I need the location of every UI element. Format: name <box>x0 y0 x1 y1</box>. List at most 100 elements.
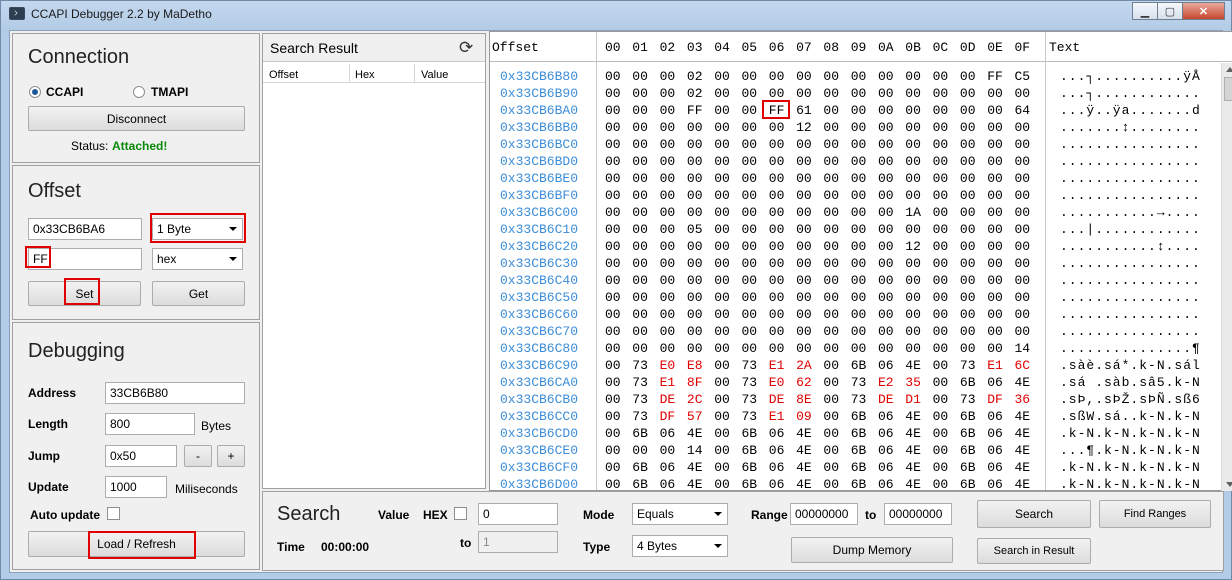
hex-scrollbar[interactable] <box>1221 63 1232 491</box>
hex-byte[interactable]: DE <box>878 392 894 407</box>
hex-byte[interactable]: 00 <box>933 120 949 135</box>
hex-byte[interactable]: 06 <box>660 460 676 475</box>
hex-byte[interactable]: 00 <box>769 256 785 271</box>
hex-byte[interactable]: 00 <box>605 341 621 356</box>
hex-byte[interactable]: 00 <box>660 86 676 101</box>
hex-byte[interactable]: 00 <box>769 188 785 203</box>
hex-byte[interactable]: 00 <box>851 86 867 101</box>
hex-byte[interactable]: 00 <box>714 324 730 339</box>
hex-byte[interactable]: 00 <box>687 324 703 339</box>
hex-byte[interactable]: 00 <box>933 69 949 84</box>
hex-byte[interactable]: 00 <box>933 171 949 186</box>
hex-byte[interactable]: 00 <box>714 375 730 390</box>
hex-byte[interactable]: 00 <box>687 171 703 186</box>
hex-byte[interactable]: 6B <box>742 477 758 492</box>
hex-byte[interactable]: 00 <box>742 273 758 288</box>
hex-byte[interactable]: 00 <box>605 375 621 390</box>
hex-byte[interactable]: 00 <box>796 154 812 169</box>
hex-byte[interactable]: 00 <box>878 69 894 84</box>
hex-byte[interactable]: 00 <box>796 273 812 288</box>
result-col-offset[interactable]: Offset <box>269 69 298 81</box>
hex-byte[interactable]: 00 <box>605 460 621 475</box>
hex-byte[interactable]: 00 <box>605 103 621 118</box>
hex-byte[interactable]: 00 <box>823 443 839 458</box>
hex-byte[interactable]: 00 <box>714 409 730 424</box>
disconnect-button[interactable]: Disconnect <box>28 106 245 131</box>
hex-byte[interactable]: 00 <box>933 341 949 356</box>
hex-byte[interactable]: 73 <box>851 392 867 407</box>
hex-byte[interactable]: 00 <box>714 137 730 152</box>
hex-byte[interactable]: 00 <box>714 205 730 220</box>
search-to-input[interactable]: 1 <box>478 531 558 553</box>
hex-byte[interactable]: 00 <box>823 477 839 492</box>
hex-byte[interactable]: 06 <box>660 426 676 441</box>
hex-byte[interactable]: 00 <box>632 341 648 356</box>
hex-byte[interactable]: 00 <box>851 239 867 254</box>
hex-byte[interactable]: 36 <box>1015 392 1031 407</box>
hex-byte[interactable]: 00 <box>851 273 867 288</box>
hex-byte[interactable]: 00 <box>605 392 621 407</box>
hex-byte[interactable]: 00 <box>660 290 676 305</box>
hex-row[interactable]: 0x33CB6C90 00 73 E0 E8 00 73 E1 2A 00 6B 06 4E 00 73 E1… <box>490 358 1232 375</box>
hex-byte[interactable]: 00 <box>714 341 730 356</box>
hex-row[interactable]: 0x33CB6BB0 00 00 00 00 00 00 00 12 00 00 00 00 00 00 00… <box>490 120 1232 137</box>
hex-byte[interactable]: 00 <box>987 103 1003 118</box>
hex-row[interactable]: 0x33CB6C20 00 00 00 00 00 00 00 00 00 00 00 12 00 00 00… <box>490 239 1232 256</box>
hex-byte[interactable]: 00 <box>823 222 839 237</box>
hex-byte[interactable]: 06 <box>987 443 1003 458</box>
hex-byte[interactable]: 00 <box>960 171 976 186</box>
hex-byte[interactable]: 61 <box>796 103 812 118</box>
hex-byte[interactable]: 00 <box>632 307 648 322</box>
hex-byte[interactable]: 4E <box>905 409 921 424</box>
hex-byte[interactable]: 00 <box>605 409 621 424</box>
hex-byte[interactable]: 00 <box>796 239 812 254</box>
hex-byte[interactable]: 00 <box>687 307 703 322</box>
hex-byte[interactable]: 00 <box>960 120 976 135</box>
hex-row[interactable]: 0x33CB6BD0 00 00 00 00 00 00 00 00 00 00 00 00 00 00 00… <box>490 154 1232 171</box>
close-button[interactable]: ✕ <box>1182 2 1225 20</box>
hex-byte[interactable]: 06 <box>769 426 785 441</box>
hex-byte[interactable]: 00 <box>851 290 867 305</box>
hex-byte[interactable]: 00 <box>878 341 894 356</box>
hex-byte[interactable]: 00 <box>796 137 812 152</box>
jump-plus-button[interactable]: + <box>217 445 245 467</box>
hex-byte[interactable]: 00 <box>987 256 1003 271</box>
hex-byte[interactable]: 00 <box>742 154 758 169</box>
hex-byte[interactable]: 00 <box>1015 86 1031 101</box>
hex-byte[interactable]: E1 <box>769 358 785 373</box>
hex-byte[interactable]: 73 <box>632 409 648 424</box>
hex-row[interactable]: 0x33CB6C40 00 00 00 00 00 00 00 00 00 00 00 00 00 00 00… <box>490 273 1232 290</box>
hex-byte[interactable]: 6C <box>1015 358 1031 373</box>
hex-byte[interactable]: 00 <box>742 341 758 356</box>
hex-byte[interactable]: 00 <box>605 171 621 186</box>
hex-byte[interactable]: 00 <box>823 171 839 186</box>
hex-row[interactable]: 0x33CB6BC0 00 00 00 00 00 00 00 00 00 00 00 00 00 00 00… <box>490 137 1232 154</box>
hex-byte[interactable]: 00 <box>960 324 976 339</box>
hex-byte[interactable]: 4E <box>687 460 703 475</box>
hex-byte[interactable]: 00 <box>742 307 758 322</box>
hex-byte[interactable]: 00 <box>933 188 949 203</box>
hex-byte[interactable]: 00 <box>878 307 894 322</box>
hex-byte[interactable]: 00 <box>687 137 703 152</box>
hex-byte[interactable]: 00 <box>878 137 894 152</box>
hex-byte[interactable]: 00 <box>632 239 648 254</box>
format-select[interactable]: hex <box>152 248 243 270</box>
hex-row[interactable]: 0x33CB6CF0 00 6B 06 4E 00 6B 06 4E 00 6B 06 4E 00 6B 06… <box>490 460 1232 477</box>
hex-byte[interactable]: E1 <box>769 409 785 424</box>
hex-byte[interactable]: 06 <box>987 409 1003 424</box>
hex-byte[interactable]: 00 <box>960 256 976 271</box>
hex-byte[interactable]: 00 <box>769 137 785 152</box>
hex-byte[interactable]: 00 <box>660 307 676 322</box>
hex-row[interactable]: 0x33CB6C10 00 00 00 05 00 00 00 00 00 00 00 00 00 00 00… <box>490 222 1232 239</box>
hex-byte[interactable]: 4E <box>1015 426 1031 441</box>
hex-byte[interactable]: 06 <box>987 375 1003 390</box>
scroll-thumb[interactable] <box>1224 77 1232 101</box>
hex-byte[interactable]: 00 <box>823 460 839 475</box>
hex-byte[interactable]: 4E <box>687 426 703 441</box>
hex-byte[interactable]: 14 <box>1015 341 1031 356</box>
hex-byte[interactable]: 00 <box>851 188 867 203</box>
hex-byte[interactable]: 00 <box>905 324 921 339</box>
hex-byte[interactable]: 00 <box>933 324 949 339</box>
hex-byte[interactable]: 06 <box>987 460 1003 475</box>
hex-byte[interactable]: 00 <box>823 392 839 407</box>
